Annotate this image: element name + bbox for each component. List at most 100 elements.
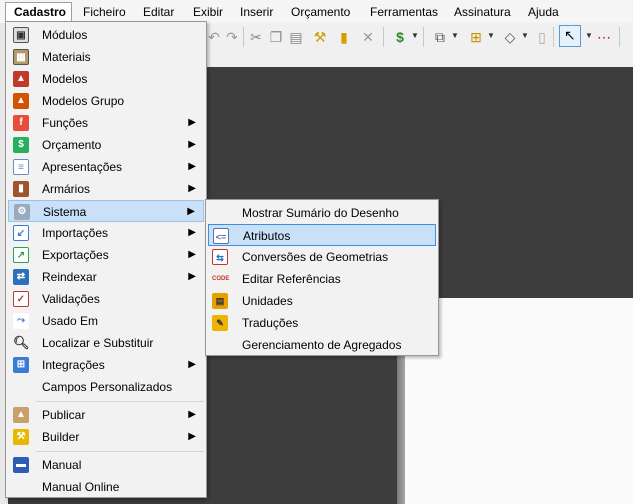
toolbar-separator: [619, 27, 620, 47]
translations-icon: ✎: [212, 315, 228, 331]
menubar-ajuda[interactable]: Ajuda: [528, 4, 559, 20]
menu-item-importacoes[interactable]: ↙ Importações ▶: [8, 222, 204, 244]
search-icon: 🔍︎: [13, 335, 30, 350]
menu-item-label: Sistema: [43, 205, 87, 219]
menu-separator: [36, 451, 204, 452]
menu-item-materiais[interactable]: ▦ Materiais: [8, 46, 204, 68]
undo-icon[interactable]: ↶: [205, 28, 223, 46]
submenu-item-label: Atributos: [243, 229, 291, 243]
menu-item-sistema[interactable]: ⚙ Sistema ▶: [8, 200, 204, 222]
menubar-exibir[interactable]: Exibir: [193, 4, 223, 20]
redo-icon[interactable]: ↷: [223, 28, 241, 46]
frame-icon[interactable]: ⧉: [431, 28, 449, 46]
menu-item-validacoes[interactable]: ✓ Validações: [8, 288, 204, 310]
menu-item-campos-personalizados[interactable]: Campos Personalizados: [8, 376, 204, 398]
menu-item-label: Materiais: [42, 50, 91, 64]
menubar-ferramentas[interactable]: Ferramentas: [370, 4, 438, 20]
menubar-assinatura[interactable]: Assinatura: [454, 4, 511, 20]
menu-item-localizar-substituir[interactable]: 🔍︎ Localizar e Substituir: [8, 332, 204, 354]
chevron-right-icon: ▶: [188, 117, 196, 128]
paste-icon[interactable]: ▤: [287, 28, 305, 46]
submenu-item-traducoes[interactable]: ✎ Traduções: [208, 312, 436, 334]
menu-item-label: Módulos: [42, 28, 88, 42]
copy-icon[interactable]: ❐: [267, 28, 285, 46]
menu-item-manual-online[interactable]: Manual Online: [8, 476, 204, 498]
menubar-ficheiro[interactable]: Ficheiro: [83, 4, 126, 20]
chevron-right-icon: ▶: [188, 161, 196, 172]
submenu-item-mostrar-sumario[interactable]: Mostrar Sumário do Desenho: [208, 202, 436, 224]
menu-item-label: Modelos: [42, 72, 88, 86]
menu-item-modelos[interactable]: ▲ Modelos: [8, 68, 204, 90]
menu-item-label: Campos Personalizados: [42, 380, 173, 394]
menubar-inserir[interactable]: Inserir: [240, 4, 273, 20]
toolbar-separator: [553, 27, 554, 47]
submenu-item-label: Conversões de Geometrias: [242, 250, 389, 264]
system-icon: ⚙: [14, 204, 30, 220]
menu-item-label: Integrações: [42, 358, 105, 372]
toolbar-separator: [383, 27, 384, 47]
hammer-icon[interactable]: ⚒: [311, 28, 329, 46]
submenu-item-gerenciamento-agregados[interactable]: Gerenciamento de Agregados: [208, 334, 436, 356]
chevron-right-icon: ▶: [188, 227, 196, 238]
shape-icon[interactable]: ◇: [501, 28, 519, 46]
menu-separator: [36, 401, 204, 402]
submenu-item-unidades[interactable]: ▤ Unidades: [208, 290, 436, 312]
chevron-right-icon: ▶: [188, 271, 196, 282]
submenu-item-conversoes[interactable]: ⇆ Conversões de Geometrias: [208, 246, 436, 268]
chevron-down-icon[interactable]: ▼: [411, 31, 419, 40]
menubar-cadastro[interactable]: Cadastro: [5, 2, 72, 22]
menu-item-integracoes[interactable]: ⊞ Integrações ▶: [8, 354, 204, 376]
menu-item-label: Apresentações: [42, 160, 123, 174]
models-icon: ▲: [13, 71, 29, 87]
cut-icon[interactable]: ✂: [247, 28, 265, 46]
menubar-editar[interactable]: Editar: [143, 4, 174, 20]
delete-icon[interactable]: ✕: [359, 28, 377, 46]
reindex-icon: ⇄: [13, 269, 29, 285]
menu-item-exportacoes[interactable]: ↗ Exportações ▶: [8, 244, 204, 266]
chevron-down-icon[interactable]: ▼: [451, 31, 459, 40]
menu-item-reindexar[interactable]: ⇄ Reindexar ▶: [8, 266, 204, 288]
menu-item-modulos[interactable]: ▣ Módulos: [8, 24, 204, 46]
cadastro-menu: ▣ Módulos ▦ Materiais ▲ Modelos ▲ Modelo…: [5, 21, 207, 498]
hierarchy-icon[interactable]: ⊞: [467, 28, 485, 46]
menu-item-label: Modelos Grupo: [42, 94, 125, 108]
integrations-icon: ⊞: [13, 357, 29, 373]
menu-item-modelos-grupo[interactable]: ▲ Modelos Grupo: [8, 90, 204, 112]
chevron-right-icon: ▶: [188, 139, 196, 150]
select-tool-button[interactable]: ↖: [559, 25, 581, 47]
presentations-icon: ≡: [13, 159, 29, 175]
submenu-item-label: Gerenciamento de Agregados: [242, 338, 402, 352]
menu-item-label: Validações: [42, 292, 100, 306]
menu-item-label: Localizar e Substituir: [42, 336, 154, 350]
validations-icon: ✓: [13, 291, 29, 307]
submenu-item-label: Traduções: [242, 316, 299, 330]
chevron-right-icon: ▶: [188, 249, 196, 260]
menu-item-label: Builder: [42, 430, 80, 444]
layer-icon[interactable]: ▯: [533, 28, 551, 46]
attributes-icon: <=: [213, 228, 229, 244]
budget-icon: $: [13, 137, 29, 153]
tab-strip: [205, 51, 633, 68]
units-icon: ▤: [212, 293, 228, 309]
chevron-right-icon: ▶: [188, 359, 196, 370]
menu-item-label: Manual Online: [42, 480, 120, 494]
menu-item-armarios[interactable]: ▮ Armários ▶: [8, 178, 204, 200]
menu-item-manual[interactable]: ▬ Manual: [8, 454, 204, 476]
menu-item-builder[interactable]: ⚒ Builder ▶: [8, 426, 204, 448]
menu-item-orcamento[interactable]: $ Orçamento ▶: [8, 134, 204, 156]
submenu-item-atributos[interactable]: <= Atributos: [208, 224, 436, 246]
dimension-icon[interactable]: ⋯: [595, 28, 613, 46]
menu-item-publicar[interactable]: ▲ Publicar ▶: [8, 404, 204, 426]
price-icon[interactable]: $: [391, 28, 409, 46]
chevron-down-icon[interactable]: ▼: [521, 31, 529, 40]
menu-item-usado-em[interactable]: ⤳ Usado Em: [8, 310, 204, 332]
menu-item-apresentacoes[interactable]: ≡ Apresentações ▶: [8, 156, 204, 178]
chevron-down-icon[interactable]: ▼: [487, 31, 495, 40]
submenu-item-editar-referencias[interactable]: CODE Editar Referências: [208, 268, 436, 290]
chevron-down-icon[interactable]: ▼: [585, 31, 593, 40]
menu-item-funcoes[interactable]: f Funções ▶: [8, 112, 204, 134]
paint-roller-icon[interactable]: ▮: [335, 28, 353, 46]
builder-icon: ⚒: [13, 429, 29, 445]
cabinets-icon: ▮: [13, 181, 29, 197]
menubar-orcamento[interactable]: Orçamento: [291, 4, 350, 20]
